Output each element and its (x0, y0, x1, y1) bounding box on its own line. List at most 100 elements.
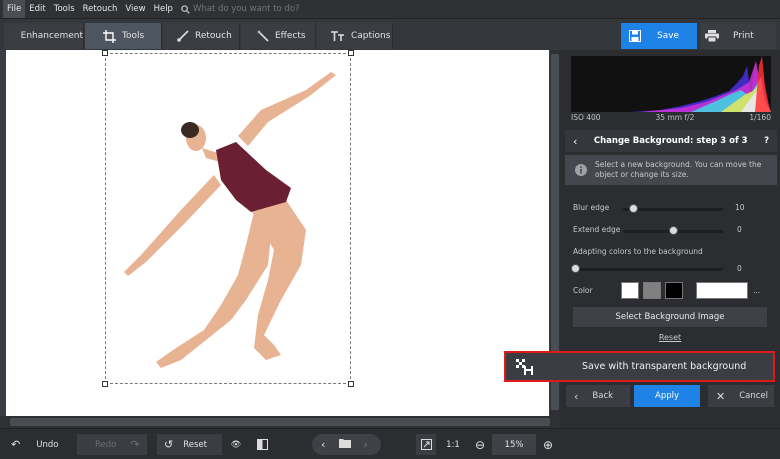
menu-file[interactable]: File (3, 0, 26, 18)
adapt-colors-value: 0 (737, 264, 742, 273)
select-background-image-label: Select Background Image (615, 312, 725, 322)
save-button[interactable]: Save (621, 23, 697, 49)
print-label: Print (733, 31, 754, 41)
apply-label: Apply (655, 391, 679, 401)
select-background-image-button[interactable]: Select Background Image (572, 306, 768, 328)
step-title: Change Background: step 3 of 3 (593, 136, 748, 146)
print-button[interactable]: Print (700, 23, 776, 49)
tab-retouch-label: Retouch (195, 31, 232, 41)
magic-wand-icon (257, 30, 269, 42)
menu-view[interactable]: View (121, 0, 149, 18)
adapt-colors-slider-knob[interactable] (571, 264, 580, 273)
save-transparent-button[interactable]: Save with transparent background (504, 351, 775, 382)
info-text-line2: object or change its size. (595, 170, 689, 179)
back-label: Back (592, 391, 614, 401)
zoom-out-icon[interactable]: ⊖ (473, 434, 487, 455)
back-button[interactable]: ‹ Back (566, 385, 630, 407)
exif-lens: 35 mm f/2 (655, 113, 695, 122)
blur-edge-slider[interactable] (623, 208, 723, 211)
floppy-disk-icon (629, 30, 641, 42)
blur-edge-label: Blur edge (573, 203, 610, 212)
tab-effects[interactable]: Effects (241, 23, 316, 49)
brush-icon (177, 30, 189, 42)
blur-edge-value: 10 (735, 203, 745, 212)
menu-bar: File Edit Tools Retouch View Help (0, 0, 780, 18)
crop-frame[interactable] (105, 53, 351, 384)
more-colors-button[interactable]: ... (753, 286, 760, 295)
chevron-left-icon[interactable]: ‹ (565, 135, 577, 148)
extend-edge-label: Extend edge (573, 225, 621, 234)
exif-iso: ISO 400 (571, 113, 601, 122)
zoom-level-field[interactable]: 15% (492, 434, 536, 455)
exif-shutter: 1/160 (749, 113, 771, 122)
fit-screen-icon[interactable] (416, 434, 436, 455)
chevron-left-icon: ‹ (574, 389, 579, 403)
printer-icon (705, 30, 719, 42)
sliders-icon (14, 35, 15, 37)
menu-tools[interactable]: Tools (50, 0, 79, 18)
undo-icon: ↶ (11, 438, 21, 451)
info-text-line1: Select a new background. You can move th… (595, 160, 762, 169)
swatch-gray[interactable] (643, 282, 661, 299)
text-icon (331, 30, 344, 41)
next-file-icon[interactable]: › (351, 438, 367, 451)
crop-icon (103, 29, 116, 43)
custom-color-swatch[interactable] (696, 282, 748, 299)
adapt-colors-slider[interactable] (575, 268, 723, 271)
zoom-in-icon[interactable]: ⊕ (541, 434, 555, 455)
tab-enhancement[interactable]: Enhancement (4, 23, 84, 49)
search-input[interactable] (192, 4, 333, 14)
tab-captions[interactable]: Captions (317, 23, 393, 49)
tab-enhancement-label: Enhancement (20, 31, 83, 41)
undo-button[interactable]: ↶ Undo (5, 434, 75, 455)
swatch-black[interactable] (665, 282, 683, 299)
prev-file-icon[interactable]: ‹ (312, 438, 325, 451)
actual-size-button[interactable]: 1:1 (441, 434, 465, 455)
file-navigator: ‹ › (312, 434, 381, 455)
undo-label: Undo (36, 439, 59, 450)
exif-info: ISO 400 35 mm f/2 1/160 (571, 113, 771, 127)
swatch-white[interactable] (621, 282, 639, 299)
horizontal-scrollbar[interactable] (0, 416, 560, 428)
apply-button[interactable]: Apply (634, 385, 700, 407)
redo-button[interactable]: Redo ↷ (77, 434, 147, 455)
crop-handle-top-left[interactable] (102, 50, 108, 56)
horizontal-scrollbar-thumb[interactable] (10, 418, 550, 426)
image-canvas[interactable] (6, 50, 549, 416)
tab-tools[interactable]: Tools (85, 23, 162, 49)
menu-help[interactable]: Help (150, 0, 177, 18)
main-toolbar: Enhancement Tools Retouch Effects Captio… (0, 18, 780, 50)
crop-handle-top-right[interactable] (348, 50, 354, 56)
menu-edit[interactable]: Edit (25, 0, 49, 18)
adapt-colors-label: Adapting colors to the background (573, 247, 703, 256)
extend-edge-slider-knob[interactable] (669, 226, 678, 235)
search-box[interactable] (181, 4, 333, 14)
save-transparent-label: Save with transparent background (582, 361, 747, 372)
help-icon[interactable]: ? (764, 136, 777, 146)
preview-eye-icon[interactable]: 👁 (226, 434, 246, 455)
crop-handle-bottom-left[interactable] (102, 381, 108, 387)
menu-retouch[interactable]: Retouch (79, 0, 122, 18)
step-header: ‹ Change Background: step 3 of 3 ? (565, 130, 777, 152)
folder-icon[interactable] (325, 438, 352, 451)
cancel-label: Cancel (739, 391, 769, 401)
reset-button[interactable]: ↺ Reset (157, 434, 222, 455)
reset-label: Reset (183, 439, 207, 450)
transparent-save-icon (516, 358, 533, 375)
tab-retouch[interactable]: Retouch (163, 23, 240, 49)
search-icon (181, 4, 190, 14)
color-label: Color (573, 286, 593, 295)
canvas-area (0, 50, 560, 428)
blur-edge-slider-knob[interactable] (629, 204, 638, 213)
tab-effects-label: Effects (275, 31, 306, 41)
compare-icon[interactable] (252, 434, 272, 455)
info-icon (575, 164, 587, 176)
cancel-button[interactable]: ✕ Cancel (708, 385, 774, 407)
reset-icon: ↺ (164, 438, 174, 451)
extend-edge-value: 0 (737, 225, 742, 234)
reset-link[interactable]: Reset (560, 333, 780, 342)
crop-handle-bottom-right[interactable] (348, 381, 354, 387)
close-icon: ✕ (716, 389, 726, 403)
info-box: Select a new background. You can move th… (565, 155, 777, 185)
save-label: Save (657, 31, 680, 41)
